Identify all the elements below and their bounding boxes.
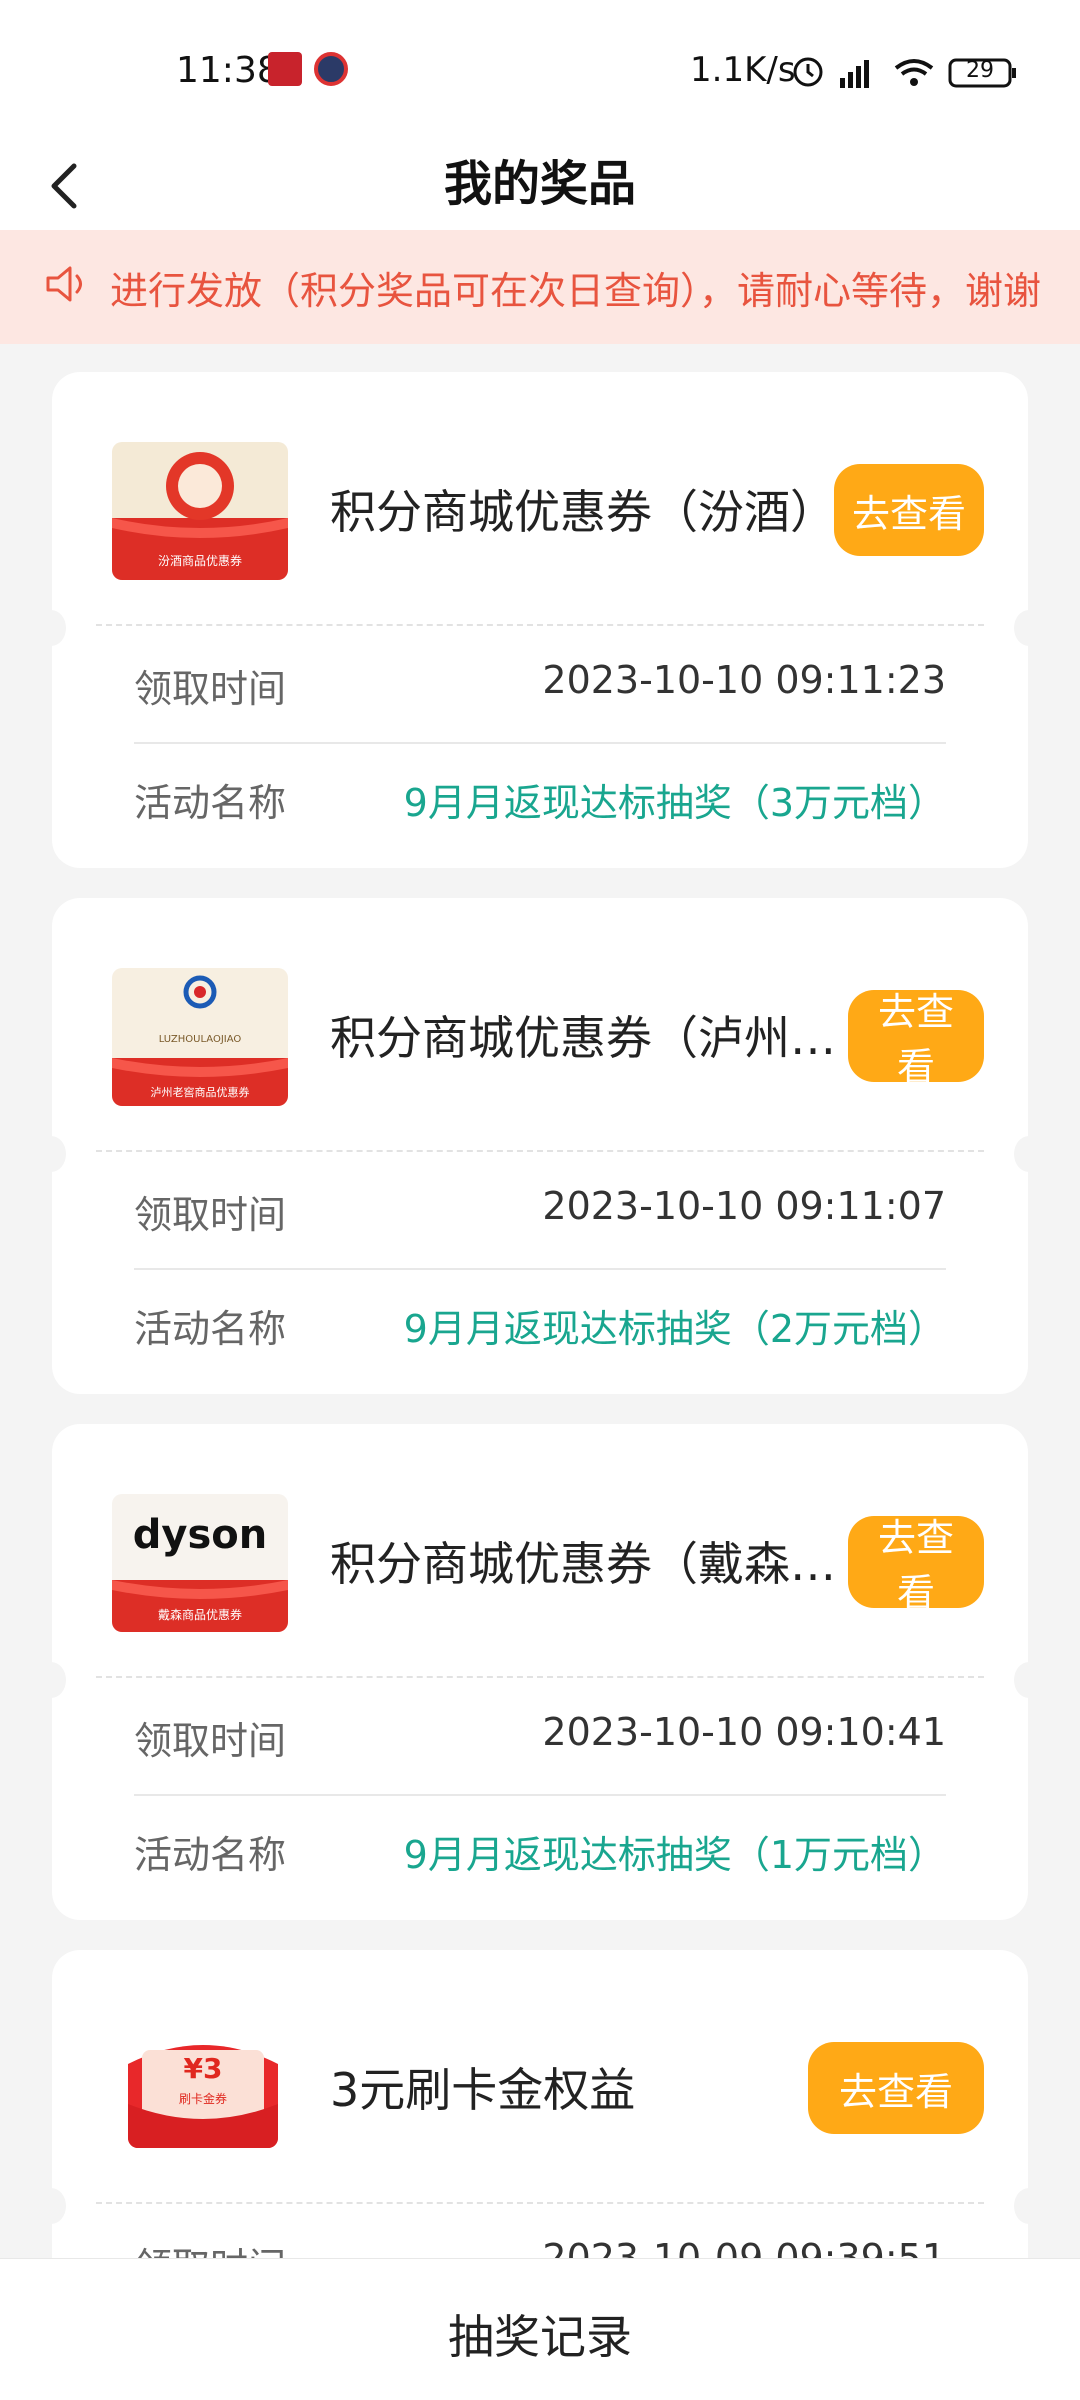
activity-name: 9月月返现达标抽奖（1万元档） [403,1833,946,1877]
activity-label: 活动名称 [134,1833,287,1877]
prize-thumbnail: 汾酒商品优惠券 [112,442,288,580]
status-bar: 11:38 1.1K/s 29 [0,0,1080,140]
receive-time-row: 领取时间 2023-10-10 09:10:41 [134,1702,946,1763]
signal-icon [840,60,869,88]
status-time: 11:38 [176,50,280,91]
alarm-icon [793,57,823,87]
prize-card: LUZHOULAOJIAO 泸州老窖商品优惠券 积分商城优惠券（泸州… 去查看 … [36,898,1044,1394]
activity-label: 活动名称 [134,781,287,825]
thumbnail-brand: dyson [132,1512,268,1558]
prize-card: 汾酒商品优惠券 积分商城优惠券（汾酒） 去查看 领取时间 2023-10-10 … [36,372,1044,868]
activity-row: 活动名称 9月月返现达标抽奖（2万元档） [134,1290,946,1351]
thumbnail-brand: LUZHOULAOJIAO [158,1034,242,1045]
prize-name: 3元刷卡金权益 [330,2063,636,2117]
page-title: 我的奖品 [443,156,636,212]
receive-time-row: 领取时间 2023-10-10 09:11:23 [134,650,946,711]
receive-time-label: 领取时间 [134,1193,287,1237]
receive-time-value: 2023-10-10 09:11:23 [542,658,946,702]
receive-time-label: 领取时间 [134,667,287,711]
receive-time-value: 2023-10-10 09:10:41 [542,1710,946,1754]
receive-time-row: 领取时间 2023-10-10 09:11:07 [134,1176,946,1237]
receive-time-label: 领取时间 [134,1719,287,1763]
prize-name: 积分商城优惠券（戴森… [330,1537,836,1591]
network-speed: 1.1K/s [690,50,796,90]
thumbnail-caption: 戴森商品优惠券 [157,1608,242,1622]
notification-app-icon [268,52,302,86]
prize-name: 积分商城优惠券（汾酒） [330,485,836,539]
activity-row: 活动名称 9月月返现达标抽奖（1万元档） [134,1816,946,1877]
thumbnail-caption: 汾酒商品优惠券 [157,554,242,568]
activity-label: 活动名称 [134,1307,287,1351]
prize-thumbnail: ¥3 刷卡金券 [128,2030,278,2148]
notification-app-icon [314,52,348,86]
view-prize-button[interactable]: 去查看 [848,1516,984,1615]
speaker-icon [46,266,82,302]
status-icons: 29 [788,52,1028,96]
view-prize-button[interactable]: 去查看 [808,2042,984,2134]
activity-name: 9月月返现达标抽奖（2万元档） [403,1307,946,1351]
prize-thumbnail: dyson 戴森商品优惠券 [112,1494,288,1632]
notice-bar: 进行发放（积分奖品可在次日查询），请耐心等待，谢谢 [0,230,1080,344]
receive-time-value: 2023-10-10 09:11:07 [542,1184,946,1228]
activity-row: 活动名称 9月月返现达标抽奖（3万元档） [134,764,946,825]
battery-level: 29 [966,58,994,83]
bottom-bar: 抽奖记录 [0,2258,1080,2400]
draw-history-button[interactable]: 抽奖记录 [0,2301,1080,2367]
notice-text: 进行发放（积分奖品可在次日查询），请耐心等待，谢谢 [110,269,1042,313]
wifi-icon [894,59,934,86]
prize-name: 积分商城优惠券（泸州… [330,1011,836,1065]
view-prize-button[interactable]: 去查看 [834,464,984,556]
app-header: 我的奖品 [0,140,1080,230]
activity-name: 9月月返现达标抽奖（3万元档） [403,781,946,825]
thumbnail-caption: 刷卡金券 [178,2092,227,2106]
prize-thumbnail: LUZHOULAOJIAO 泸州老窖商品优惠券 [112,968,288,1106]
thumbnail-caption: 泸州老窖商品优惠券 [150,1086,250,1099]
view-prize-button[interactable]: 去查看 [848,990,984,1089]
thumbnail-amount: ¥3 [183,2052,223,2085]
prize-card: dyson 戴森商品优惠券 积分商城优惠券（戴森… 去查看 领取时间 2023-… [36,1424,1044,1920]
